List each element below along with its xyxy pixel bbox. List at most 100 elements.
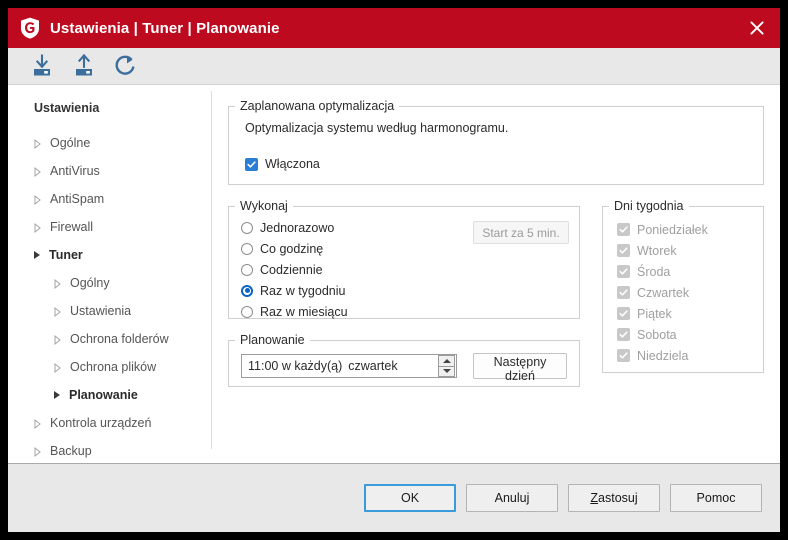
chevron-right-filled-icon bbox=[34, 251, 40, 259]
weekdays-group: Dni tygodnia Poniedziałek Wtorek Środa Czwa… bbox=[602, 199, 764, 373]
title-bar: Ustawienia | Tuner | Planowanie bbox=[8, 8, 780, 48]
checkmark-icon bbox=[619, 310, 628, 317]
window-title: Ustawienia | Tuner | Planowanie bbox=[50, 19, 280, 37]
weekday-label: Piątek bbox=[637, 306, 672, 321]
sidebar-item-7[interactable]: Ochrona folderów bbox=[8, 325, 212, 353]
spinner-down-button[interactable] bbox=[439, 366, 454, 376]
checkmark-icon bbox=[619, 247, 628, 254]
radio-button[interactable] bbox=[241, 305, 253, 318]
weekday-row-0: Poniedziałek bbox=[617, 219, 763, 240]
import-settings-icon[interactable] bbox=[30, 54, 54, 78]
weekday-checkbox bbox=[617, 328, 630, 341]
chevron-right-outline-icon bbox=[34, 222, 41, 234]
weekday-checkbox bbox=[617, 286, 630, 299]
footer-button-3[interactable]: Pomoc bbox=[670, 484, 762, 512]
weekday-label: Wtorek bbox=[637, 243, 677, 258]
weekday-label: Niedziela bbox=[637, 348, 689, 363]
weekday-row-4: Piątek bbox=[617, 303, 763, 324]
schedule-time-value: 11:00 w każdy(ą) bbox=[248, 359, 343, 373]
weekday-label: Środa bbox=[637, 264, 671, 279]
execute-legend: Wykonaj bbox=[240, 199, 288, 213]
chevron-right-filled-icon bbox=[54, 391, 60, 399]
weekday-label: Sobota bbox=[637, 327, 677, 342]
scheduled-optimization-group: Zaplanowana optymalizacja Optymalizacja … bbox=[228, 99, 764, 185]
weekdays-legend: Dni tygodnia bbox=[614, 199, 684, 213]
chevron-right-outline-icon bbox=[54, 334, 61, 346]
chevron-right-outline-icon bbox=[34, 138, 41, 150]
reset-settings-icon[interactable] bbox=[114, 54, 138, 78]
schedule-legend: Planowanie bbox=[240, 333, 305, 347]
sidebar-item-3[interactable]: Firewall bbox=[8, 213, 212, 241]
weekday-checkbox bbox=[617, 349, 630, 362]
sidebar-nav-list: Ogólne AntiVirus AntiSpam Firewall Tuner Ogól… bbox=[8, 129, 212, 465]
sidebar-title: Ustawienia bbox=[34, 101, 100, 115]
footer-button-bar: OK Anuluj Zastosuj Pomoc bbox=[8, 463, 780, 532]
radio-button[interactable] bbox=[241, 242, 253, 255]
close-button[interactable] bbox=[734, 8, 780, 48]
export-settings-icon[interactable] bbox=[72, 54, 96, 78]
arrow-up-icon bbox=[442, 358, 451, 363]
body-area: Ustawienia Ogólne AntiVirus AntiSpam Firewa… bbox=[8, 85, 780, 463]
execute-option-label: Raz w tygodniu bbox=[260, 283, 346, 298]
sidebar-item-2[interactable]: AntiSpam bbox=[8, 185, 212, 213]
weekday-row-2: Środa bbox=[617, 261, 763, 282]
settings-window: Ustawienia | Tuner | Planowanie Ustawien… bbox=[8, 8, 780, 532]
chevron-right-outline-icon bbox=[34, 166, 41, 178]
chevron-right-outline-icon bbox=[34, 418, 41, 430]
enabled-checkbox-row[interactable]: Włączona bbox=[245, 157, 747, 171]
execute-option-label: Raz w miesiącu bbox=[260, 304, 348, 319]
spinner-up-button[interactable] bbox=[439, 356, 454, 367]
sidebar-item-11[interactable]: Backup bbox=[8, 437, 212, 465]
chevron-right-outline-icon bbox=[54, 278, 61, 290]
sidebar-item-6[interactable]: Ustawienia bbox=[8, 297, 212, 325]
weekday-row-3: Czwartek bbox=[617, 282, 763, 303]
sidebar-item-9[interactable]: Planowanie bbox=[8, 381, 212, 409]
sidebar-item-5[interactable]: Ogólny bbox=[8, 269, 212, 297]
sidebar-item-label: Ochrona folderów bbox=[70, 332, 169, 346]
schedule-day-value: czwartek bbox=[348, 359, 398, 373]
weekday-checkbox bbox=[617, 307, 630, 320]
sidebar-item-8[interactable]: Ochrona plików bbox=[8, 353, 212, 381]
execute-option-3[interactable]: Raz w tygodniu bbox=[241, 280, 569, 301]
checkmark-icon bbox=[619, 289, 628, 296]
schedule-spinner[interactable] bbox=[438, 355, 455, 377]
sidebar-item-label: AntiSpam bbox=[50, 192, 105, 206]
schedule-input[interactable]: 11:00 w każdy(ą) czwartek bbox=[241, 354, 457, 378]
sidebar-item-label: Ogólne bbox=[50, 136, 91, 150]
weekday-checkbox bbox=[617, 223, 630, 236]
footer-button-0[interactable]: OK bbox=[364, 484, 456, 512]
content-pane: Zaplanowana optymalizacja Optymalizacja … bbox=[212, 85, 780, 463]
sidebar-item-10[interactable]: Kontrola urządzeń bbox=[8, 409, 212, 437]
weekday-checkbox bbox=[617, 265, 630, 278]
checkmark-icon bbox=[619, 268, 628, 275]
sidebar-item-1[interactable]: AntiVirus bbox=[8, 157, 212, 185]
weekday-row-1: Wtorek bbox=[617, 240, 763, 261]
radio-button[interactable] bbox=[241, 221, 253, 234]
sidebar-item-label: Ustawienia bbox=[70, 304, 132, 318]
checkmark-icon bbox=[619, 331, 628, 338]
next-day-button[interactable]: Następny dzień bbox=[473, 353, 567, 383]
sidebar-item-label: Ogólny bbox=[70, 276, 110, 290]
sidebar-item-4[interactable]: Tuner bbox=[8, 241, 212, 269]
execute-option-label: Codziennie bbox=[260, 262, 323, 277]
enabled-checkbox[interactable] bbox=[245, 157, 258, 171]
checkmark-icon bbox=[619, 352, 628, 359]
execute-option-2[interactable]: Codziennie bbox=[241, 259, 569, 280]
footer-button-1[interactable]: Anuluj bbox=[466, 484, 558, 512]
start-in-5-min-button[interactable]: Start za 5 min. bbox=[473, 221, 569, 244]
toolbar bbox=[8, 48, 780, 85]
radio-button[interactable] bbox=[241, 263, 253, 276]
sidebar-item-label: AntiVirus bbox=[50, 164, 100, 178]
radio-button[interactable] bbox=[241, 284, 253, 297]
execute-option-4[interactable]: Raz w miesiącu bbox=[241, 301, 569, 322]
sidebar-item-label: Kontrola urządzeń bbox=[50, 416, 152, 430]
footer-button-2[interactable]: Zastosuj bbox=[568, 484, 660, 512]
checkmark-icon bbox=[247, 160, 256, 168]
shield-g-logo bbox=[21, 17, 39, 39]
schedule-group: Planowanie 11:00 w każdy(ą) czwartek Nas… bbox=[228, 333, 580, 387]
sidebar-item-label: Backup bbox=[50, 444, 92, 458]
sidebar-item-0[interactable]: Ogólne bbox=[8, 129, 212, 157]
weekday-checkbox bbox=[617, 244, 630, 257]
optimization-description: Optymalizacja systemu według harmonogram… bbox=[245, 121, 509, 135]
sidebar-item-label: Tuner bbox=[49, 248, 83, 262]
